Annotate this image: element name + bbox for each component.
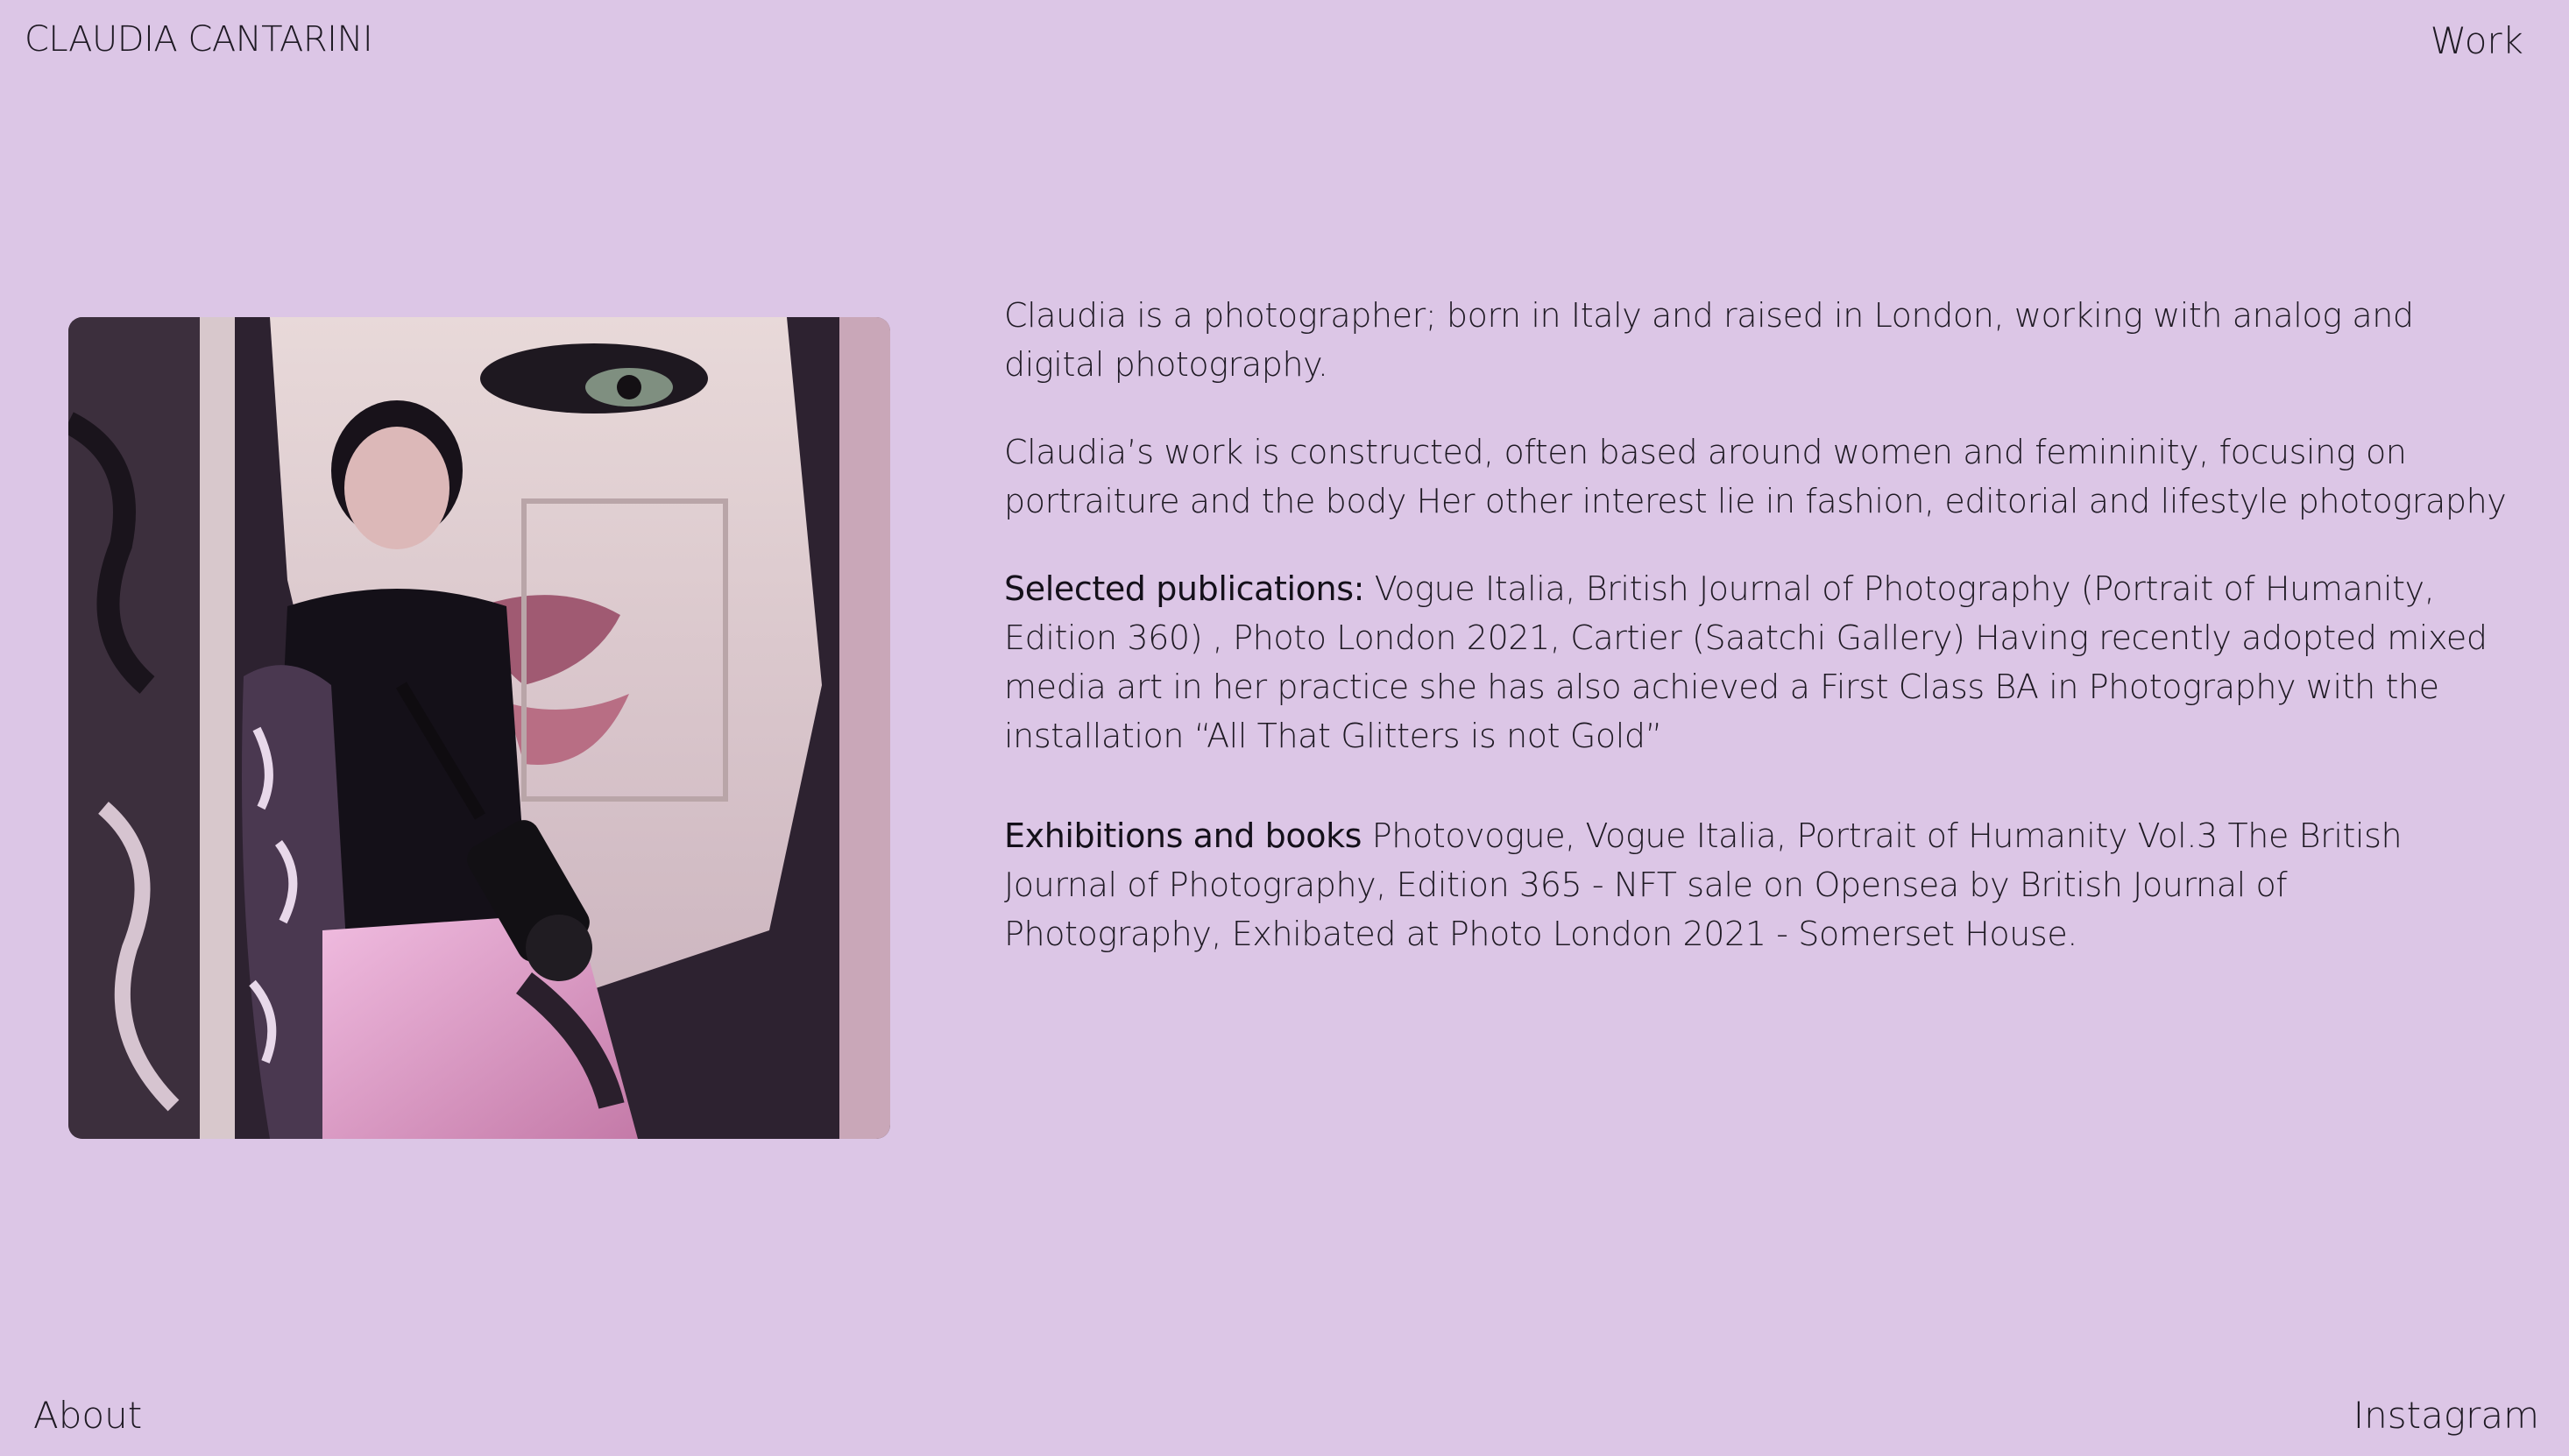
bio-section: Claudia is a photographer; born in Italy… — [1004, 291, 2511, 997]
bio-publications: Selected publications: Vogue Italia, Bri… — [1004, 564, 2511, 760]
publications-label: Selected publications: — [1004, 569, 1365, 608]
bio-work-description: Claudia’s work is constructed, often bas… — [1004, 433, 2507, 520]
exhibitions-label: Exhibitions and books — [1004, 816, 1362, 855]
site-title[interactable]: CLAUDIA CANTARINI — [25, 19, 373, 60]
nav-instagram-link[interactable]: Instagram — [2353, 1394, 2539, 1437]
portrait-photo — [68, 317, 890, 1139]
nav-work-link[interactable]: Work — [2431, 19, 2523, 62]
bio-intro: Claudia is a photographer; born in Italy… — [1004, 296, 2414, 384]
bio-exhibitions: Exhibitions and books Photovogue, Vogue … — [1004, 811, 2511, 958]
nav-about-link[interactable]: About — [33, 1394, 142, 1437]
